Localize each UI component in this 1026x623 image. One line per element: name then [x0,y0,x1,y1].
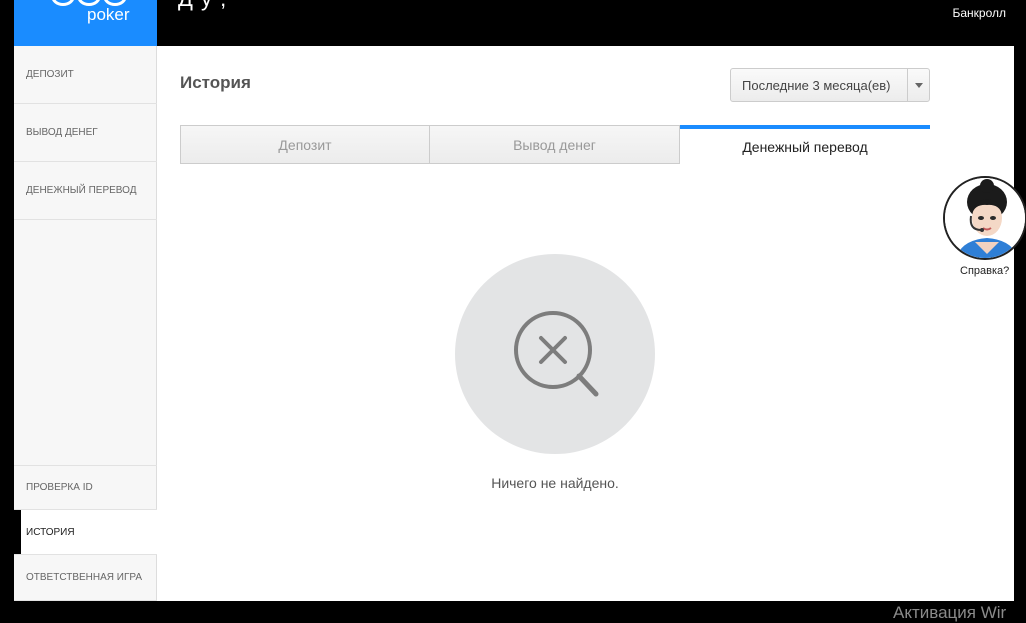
help-label[interactable]: Справка? [960,265,1009,277]
main-content: История Последние 3 месяца(ев) Депозит В… [157,46,1014,601]
tab-money-transfer[interactable]: Денежный перевод [680,125,930,164]
sidebar: ДЕПОЗИТ ВЫВОД ДЕНЕГ ДЕНЕЖНЫЙ ПЕРЕВОД ПРО… [14,46,157,601]
bankroll-link[interactable]: Банкролл [952,6,1006,20]
empty-message: Ничего не найдено. [491,475,619,491]
tab-withdraw[interactable]: Вывод денег [429,125,680,164]
sidebar-item-id-check[interactable]: ПРОВЕРКА ID [14,465,157,510]
sidebar-item-withdraw[interactable]: ВЫВОД ДЕНЕГ [14,104,157,162]
logo[interactable]: poker [14,0,157,46]
tab-deposit[interactable]: Депозит [180,125,430,164]
sidebar-item-responsible-gaming[interactable]: ОТВЕТСТВЕННАЯ ИГРА [14,555,157,601]
top-bar: poker Д у , Банкролл [0,0,1026,46]
header-title-cut: Д у , [178,0,227,12]
support-agent-avatar[interactable] [943,176,1026,260]
empty-state [455,254,655,454]
period-select-value: Последние 3 месяца(ев) [742,77,891,93]
period-select[interactable]: Последние 3 месяца(ев) [730,68,930,102]
sidebar-item-history[interactable]: ИСТОРИЯ [14,510,157,555]
sidebar-item-transfer[interactable]: ДЕНЕЖНЫЙ ПЕРЕВОД [14,162,157,220]
sidebar-item-deposit[interactable]: ДЕПОЗИТ [14,46,157,104]
page-title: История [180,73,251,92]
history-tabs: Депозит Вывод денег Денежный перевод [180,125,930,164]
chevron-down-icon[interactable] [907,69,929,101]
help-widget[interactable]: Справка? [943,176,1026,277]
no-results-search-icon [514,311,599,397]
windows-activation-watermark: Активация Wir [893,603,1007,622]
logo-brand: poker [87,5,130,24]
